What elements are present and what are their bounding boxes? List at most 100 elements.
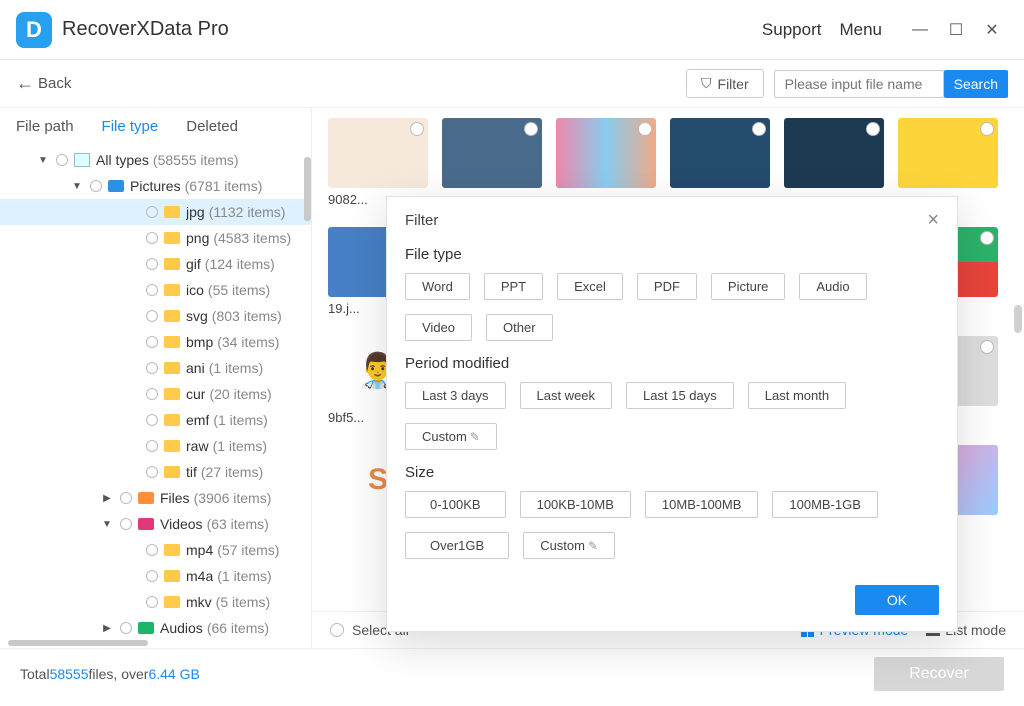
tab-file-path[interactable]: File path — [16, 118, 74, 135]
radio-icon[interactable] — [146, 362, 158, 374]
radio-icon[interactable] — [146, 414, 158, 426]
filter-chip-period-custom[interactable]: Custom✎ — [405, 423, 497, 450]
tree-pictures[interactable]: ▼ Pictures (6781 items) — [0, 173, 311, 199]
filter-chip-lastmonth[interactable]: Last month — [748, 382, 846, 409]
radio-icon[interactable] — [146, 466, 158, 478]
sidebar-hscroll[interactable] — [0, 638, 311, 648]
radio-icon[interactable] — [120, 518, 132, 530]
tree-item-ani[interactable]: ani(1 items) — [0, 355, 311, 381]
filter-label: Filter — [718, 76, 749, 92]
footer-mid: files, over — [89, 666, 149, 682]
filter-chip-pdf[interactable]: PDF — [637, 273, 697, 300]
radio-icon[interactable] — [146, 284, 158, 296]
support-link[interactable]: Support — [762, 20, 822, 40]
search-button[interactable]: Search — [944, 70, 1008, 98]
app-logo-icon: D — [16, 12, 52, 48]
filter-dialog: Filter × File type Word PPT Excel PDF Pi… — [386, 196, 958, 632]
tree-item-mp4: mp4(57 items) — [0, 537, 311, 563]
menu-link[interactable]: Menu — [839, 20, 882, 40]
radio-icon[interactable] — [146, 440, 158, 452]
filter-chip-video[interactable]: Video — [405, 314, 472, 341]
tab-file-type[interactable]: File type — [102, 118, 159, 135]
radio-icon[interactable] — [146, 544, 158, 556]
grid-item[interactable] — [442, 118, 542, 207]
tree-item-emf[interactable]: emf(1 items) — [0, 407, 311, 433]
folder-icon — [164, 232, 180, 244]
radio-icon[interactable] — [120, 622, 132, 634]
grid-item[interactable] — [670, 118, 770, 207]
filter-button[interactable]: ⛉ Filter — [686, 69, 764, 98]
tree-label: All types — [96, 152, 149, 168]
filter-chip-100kb-10mb[interactable]: 100KB-10MB — [520, 491, 631, 518]
edit-icon: ✎ — [588, 539, 598, 553]
caret-right-icon[interactable]: ▶ — [100, 493, 114, 504]
tree-item-jpg[interactable]: jpg(1132 items) — [0, 199, 311, 225]
radio-icon[interactable] — [120, 492, 132, 504]
tree-files[interactable]: ▶Files(3906 items) — [0, 485, 311, 511]
page-scrollbar-thumb[interactable] — [1014, 305, 1022, 333]
filter-chip-other[interactable]: Other — [486, 314, 553, 341]
radio-icon[interactable] — [146, 388, 158, 400]
caret-down-icon[interactable]: ▼ — [70, 181, 84, 192]
footer: Total 58555 files, over 6.44 GB Recover — [0, 648, 1024, 698]
tree-item-cur[interactable]: cur(20 items) — [0, 381, 311, 407]
filter-chip-over1gb[interactable]: Over1GB — [405, 532, 509, 559]
grid-item[interactable] — [556, 118, 656, 207]
tree-videos[interactable]: ▼Videos(63 items) — [0, 511, 311, 537]
tree-item-m4a[interactable]: m4a(1 items) — [0, 563, 311, 589]
select-all-radio[interactable] — [330, 623, 344, 637]
radio-icon[interactable] — [146, 232, 158, 244]
minimize-icon[interactable]: — — [904, 14, 936, 46]
folder-icon — [164, 466, 180, 478]
tree-item-tif[interactable]: tif(27 items) — [0, 459, 311, 485]
tree-item-bmp[interactable]: bmp(34 items) — [0, 329, 311, 355]
filter-chip-0-100kb[interactable]: 0-100KB — [405, 491, 506, 518]
recover-button[interactable]: Recover — [874, 657, 1004, 691]
filter-chip-size-custom[interactable]: Custom✎ — [523, 532, 615, 559]
filter-chip-lastweek[interactable]: Last week — [520, 382, 613, 409]
tree-item-svg[interactable]: svg(803 items) — [0, 303, 311, 329]
grid-item[interactable]: 9082... — [328, 118, 428, 207]
tree-item-mkv[interactable]: mkv(5 items) — [0, 589, 311, 615]
filter-chip-excel[interactable]: Excel — [557, 273, 623, 300]
caret-down-icon[interactable]: ▼ — [100, 519, 114, 530]
radio-icon[interactable] — [146, 258, 158, 270]
back-label: Back — [38, 75, 71, 92]
tree-item-gif[interactable]: gif(124 items) — [0, 251, 311, 277]
radio-icon[interactable] — [90, 180, 102, 192]
caret-down-icon[interactable]: ▼ — [36, 155, 50, 166]
grid-item[interactable] — [784, 118, 884, 207]
radio-icon[interactable] — [56, 154, 68, 166]
tree-audios[interactable]: ▶Audios(66 items) — [0, 615, 311, 638]
grid-item[interactable]: g — [898, 118, 998, 207]
tree-label: Pictures — [130, 178, 181, 194]
scrollbar-thumb[interactable] — [304, 157, 311, 221]
close-icon[interactable]: ✕ — [976, 14, 1008, 46]
filter-chip-ppt[interactable]: PPT — [484, 273, 543, 300]
back-button[interactable]: ← Back — [16, 73, 71, 94]
radio-icon[interactable] — [146, 596, 158, 608]
radio-icon[interactable] — [146, 310, 158, 322]
filter-chip-10mb-100mb[interactable]: 10MB-100MB — [645, 491, 758, 518]
search-input[interactable] — [774, 70, 944, 98]
radio-icon[interactable] — [146, 336, 158, 348]
tree-item-raw[interactable]: raw(1 items) — [0, 433, 311, 459]
dialog-close-icon[interactable]: × — [927, 209, 939, 232]
radio-icon[interactable] — [146, 206, 158, 218]
filter-chip-audio[interactable]: Audio — [799, 273, 866, 300]
radio-icon[interactable] — [146, 570, 158, 582]
filter-ok-button[interactable]: OK — [855, 585, 939, 615]
maximize-icon[interactable]: ☐ — [940, 14, 972, 46]
tab-deleted[interactable]: Deleted — [186, 118, 238, 135]
caret-right-icon[interactable]: ▶ — [100, 623, 114, 634]
folder-icon — [164, 206, 180, 218]
filter-chip-word[interactable]: Word — [405, 273, 470, 300]
filter-chip-last15days[interactable]: Last 15 days — [626, 382, 734, 409]
dialog-title: Filter — [405, 212, 438, 229]
tree-root[interactable]: ▼ All types (58555 items) — [0, 147, 311, 173]
tree-item-ico[interactable]: ico(55 items) — [0, 277, 311, 303]
filter-chip-picture[interactable]: Picture — [711, 273, 785, 300]
filter-chip-last3days[interactable]: Last 3 days — [405, 382, 506, 409]
filter-chip-100mb-1gb[interactable]: 100MB-1GB — [772, 491, 878, 518]
tree-item-png[interactable]: png(4583 items) — [0, 225, 311, 251]
